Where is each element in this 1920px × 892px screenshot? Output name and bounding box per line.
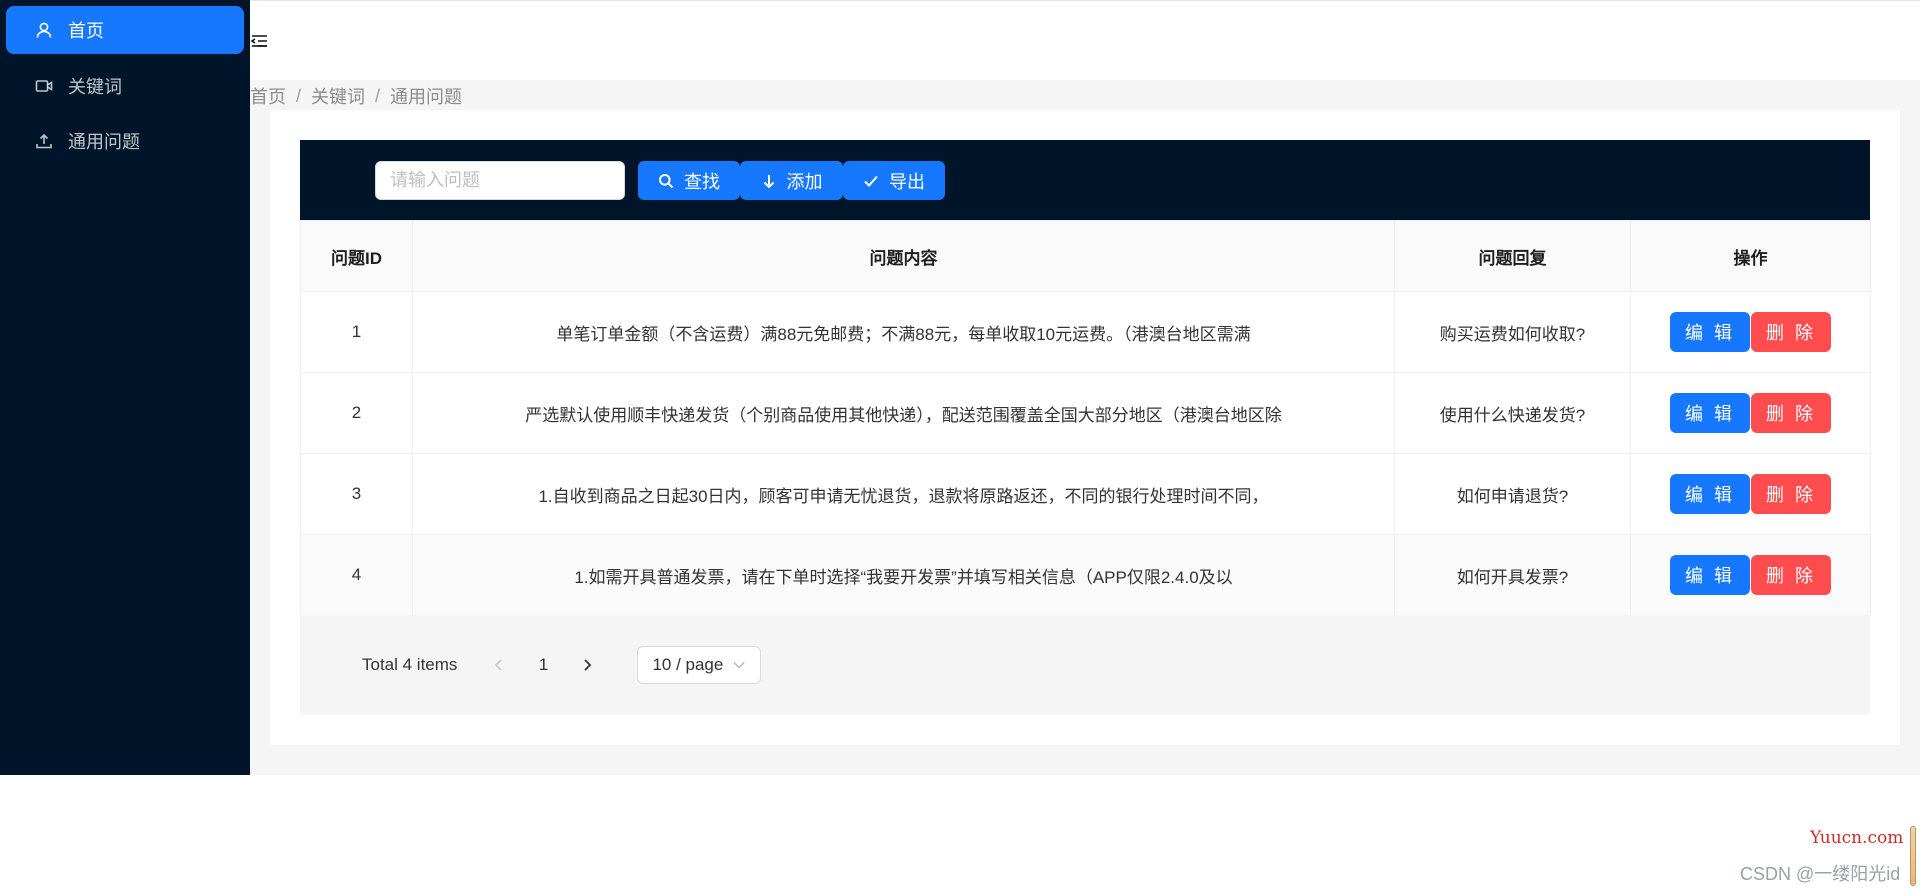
- menu-fold-icon[interactable]: [250, 30, 268, 52]
- search-input[interactable]: [375, 161, 625, 200]
- user-icon: [34, 20, 54, 40]
- sidebar: 首页 关键词 通用问题: [0, 0, 250, 775]
- arrow-down-icon: [763, 174, 774, 188]
- add-button-label: 添加: [786, 171, 823, 192]
- cell-id: 3: [300, 453, 413, 535]
- cell-id: 1: [300, 291, 413, 373]
- watermark-decoration: [1910, 826, 1916, 886]
- delete-button[interactable]: 删 除: [1751, 312, 1831, 352]
- cell-id: 4: [300, 534, 413, 616]
- table-row: 1 单笔订单金额（不含运费）满88元免邮费；不满88元，每单收取10元运费。（港…: [300, 291, 1871, 373]
- sidebar-item-label: 通用问题: [68, 132, 140, 152]
- next-page-icon[interactable]: [569, 647, 605, 683]
- delete-button[interactable]: 删 除: [1751, 555, 1831, 595]
- video-camera-icon: [34, 76, 54, 96]
- check-icon: [864, 175, 878, 187]
- sidebar-item-home[interactable]: 首页: [6, 6, 244, 54]
- export-button[interactable]: 导出: [843, 161, 945, 200]
- table-header-row: 问题ID 问题内容 问题回复 操作: [300, 220, 1871, 292]
- prev-page-icon[interactable]: [481, 647, 517, 683]
- cell-content: 1.自收到商品之日起30日内，顾客可申请无忧退货，退款将原路返还，不同的银行处理…: [412, 453, 1395, 535]
- sidebar-item-keywords[interactable]: 关键词: [6, 62, 244, 110]
- cell-content: 1.如需开具普通发票，请在下单时选择“我要开发票”并填写相关信息（APP仅限2.…: [412, 534, 1395, 616]
- cell-actions: 编 辑 删 除: [1630, 291, 1871, 373]
- cell-content: 单笔订单金额（不含运费）满88元免邮费；不满88元，每单收取10元运费。（港澳台…: [412, 291, 1395, 373]
- search-icon: [659, 173, 674, 188]
- edit-button[interactable]: 编 辑: [1670, 555, 1750, 595]
- upload-icon: [34, 131, 54, 151]
- table-row: 3 1.自收到商品之日起30日内，顾客可申请无忧退货，退款将原路返还，不同的银行…: [300, 453, 1871, 535]
- table-row: 4 1.如需开具普通发票，请在下单时选择“我要开发票”并填写相关信息（APP仅限…: [300, 534, 1871, 616]
- questions-table: 问题ID 问题内容 问题回复 操作 1 单笔订单金额（不含运费）满88元免邮费；…: [300, 220, 1871, 616]
- sidebar-item-label: 关键词: [68, 77, 122, 97]
- top-divider: [0, 0, 1920, 1]
- find-button[interactable]: 查找: [638, 161, 740, 200]
- add-button[interactable]: 添加: [740, 161, 843, 200]
- column-header-content: 问题内容: [412, 220, 1395, 292]
- delete-button[interactable]: 删 除: [1751, 474, 1831, 514]
- column-header-actions: 操作: [1630, 220, 1871, 292]
- page-size-value: 10 / page: [652, 655, 724, 674]
- sidebar-item-label: 首页: [68, 21, 104, 41]
- cell-actions: 编 辑 删 除: [1630, 534, 1871, 616]
- breadcrumb-item: 通用问题: [390, 87, 463, 107]
- edit-button[interactable]: 编 辑: [1670, 393, 1750, 433]
- watermark-author: CSDN @一缕阳光id: [1740, 864, 1901, 884]
- column-header-id: 问题ID: [300, 220, 413, 292]
- breadcrumb: 首页 / 关键词 / 通用问题: [250, 84, 462, 108]
- breadcrumb-separator: /: [375, 85, 381, 106]
- pagination: Total 4 items 1 10 / page: [362, 645, 762, 685]
- cell-actions: 编 辑 删 除: [1630, 453, 1871, 535]
- cell-reply: 如何申请退货?: [1394, 453, 1631, 535]
- edit-button[interactable]: 编 辑: [1670, 474, 1750, 514]
- export-button-label: 导出: [889, 171, 925, 192]
- pagination-total: Total 4 items: [362, 655, 458, 674]
- breadcrumb-item[interactable]: 首页: [250, 83, 286, 109]
- page-number[interactable]: 1: [523, 647, 563, 683]
- breadcrumb-separator: /: [296, 85, 302, 106]
- column-header-reply: 问题回复: [1394, 220, 1631, 292]
- cell-reply: 如何开具发票?: [1394, 534, 1631, 616]
- chevron-down-icon: [733, 661, 746, 669]
- find-button-label: 查找: [684, 171, 720, 192]
- cell-id: 2: [300, 372, 413, 454]
- table-row: 2 严选默认使用顺丰快递发货（个别商品使用其他快递），配送范围覆盖全国大部分地区…: [300, 372, 1871, 454]
- cell-content: 严选默认使用顺丰快递发货（个别商品使用其他快递），配送范围覆盖全国大部分地区（港…: [412, 372, 1395, 454]
- cell-reply: 购买运费如何收取?: [1394, 291, 1631, 373]
- cell-reply: 使用什么快递发货?: [1394, 372, 1631, 454]
- sidebar-item-common-questions[interactable]: 通用问题: [6, 117, 244, 165]
- breadcrumb-item[interactable]: 关键词: [311, 83, 365, 109]
- cell-actions: 编 辑 删 除: [1630, 372, 1871, 454]
- delete-button[interactable]: 删 除: [1751, 393, 1831, 433]
- page-size-select[interactable]: 10 / page: [637, 646, 762, 684]
- watermark-site: Yuucn.com: [1810, 828, 1904, 848]
- edit-button[interactable]: 编 辑: [1670, 312, 1750, 352]
